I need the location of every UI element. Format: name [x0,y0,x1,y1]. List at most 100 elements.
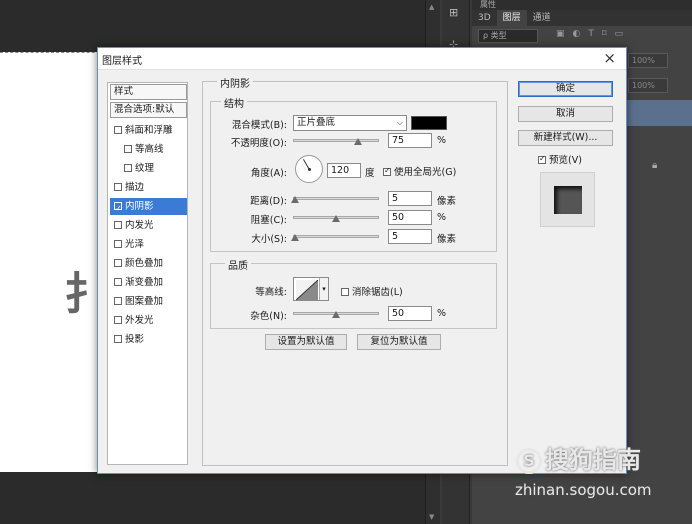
styles-header[interactable]: 样式 [110,84,187,100]
size-slider[interactable] [290,231,379,243]
angle-dial-needle [303,159,310,170]
sogou-watermark: S 搜狗指南 [516,440,641,475]
opacity-slider-thumb[interactable] [353,138,362,145]
style-list: 样式 混合选项:默认 斜面和浮雕等高线纹理描边内阴影内发光光泽颜色叠加渐变叠加图… [107,82,188,465]
style-item-label: 光泽 [125,239,145,250]
style-item-checkbox[interactable] [124,145,132,153]
dialog-title: 图层样式 [102,56,142,67]
contour-picker[interactable]: ▾ [293,277,329,301]
angle-dial[interactable] [295,155,323,183]
distance-input[interactable]: 5 [388,191,432,206]
size-label: 大小(S): [251,234,287,245]
style-item-checkbox[interactable] [124,164,132,172]
choke-input[interactable]: 50 [388,210,432,225]
watermark-url: zhinan.sogou.com [515,481,652,499]
style-item-label: 内发光 [125,220,154,231]
style-item[interactable]: 颜色叠加 [110,255,187,272]
style-item-checkbox[interactable] [114,126,122,134]
panel-topbar: 属性 [472,0,692,10]
size-slider-thumb[interactable] [290,234,299,241]
style-item-checkbox[interactable] [114,297,122,305]
style-item-checkbox[interactable] [114,316,122,324]
close-icon[interactable]: × [603,49,616,67]
blend-mode-value: 正片叠底 [297,117,336,128]
cancel-button[interactable]: 取消 [518,106,613,122]
noise-unit: % [437,308,447,319]
noise-input[interactable]: 50 [388,306,432,321]
opacity-field[interactable]: 100% [628,53,668,68]
blend-options-item[interactable]: 混合选项:默认 [110,102,187,118]
global-light-checkbox[interactable]: 使用全局光(G) [383,164,456,178]
style-preview [540,172,595,227]
contour-label: 等高线: [255,287,287,298]
preview-checkbox[interactable]: 预览(V) [538,152,582,166]
style-item-checkbox[interactable] [114,278,122,286]
shadow-color-swatch[interactable] [411,116,447,130]
scroll-up-icon[interactable]: ▲ [429,3,434,11]
opacity-input[interactable]: 75 [388,133,432,148]
ok-button[interactable]: 确定 [518,81,613,97]
style-item[interactable]: 图案叠加 [110,293,187,310]
fill-field[interactable]: 100% [628,78,668,93]
style-item-checkbox[interactable] [114,335,122,343]
opacity-slider-track [293,139,379,142]
style-item-checkbox[interactable] [114,183,122,191]
style-item[interactable]: 外发光 [110,312,187,329]
blend-mode-select[interactable]: 正片叠底 ⌵ [293,115,407,131]
style-item[interactable]: 纹理 [110,160,187,177]
structure-group: 结构 混合模式(B): 正片叠底 ⌵ 不透明度(O): 75 % 角度(A): … [210,95,497,252]
antialias-label: 消除锯齿(L) [352,287,403,298]
angle-label: 角度(A): [250,168,287,179]
style-item[interactable]: 等高线 [110,141,187,158]
antialias-check-icon [341,288,349,296]
noise-slider-thumb[interactable] [332,311,340,318]
style-item-label: 描边 [125,182,145,193]
panel-title: 内阴影 [217,75,253,90]
style-item-checkbox[interactable] [114,259,122,267]
opacity-label: 不透明度(O): [230,138,287,149]
choke-slider-thumb[interactable] [332,215,340,222]
noise-slider[interactable] [293,308,379,320]
style-item[interactable]: 内阴影 [110,198,187,217]
sogou-logo-icon: S [516,448,542,474]
history-icon[interactable]: ⊞ [449,6,458,19]
choke-slider[interactable] [293,212,379,224]
document-canvas[interactable]: 扌 [0,52,110,472]
style-item-checkbox[interactable] [114,221,122,229]
antialias-checkbox[interactable]: 消除锯齿(L) [341,284,403,298]
style-item-checkbox[interactable] [114,200,122,217]
size-input[interactable]: 5 [388,229,432,244]
tab-channels[interactable]: 通道 [527,10,557,26]
make-default-button[interactable]: 设置为默认值 [265,334,347,350]
style-item[interactable]: 渐变叠加 [110,274,187,291]
choke-label: 阻塞(C): [250,215,287,226]
layer-filter-select[interactable]: ρ 类型 [478,29,538,43]
angle-input[interactable]: 120 [327,163,361,178]
style-item[interactable]: 内发光 [110,217,187,234]
style-item[interactable]: 描边 [110,179,187,196]
tab-3d[interactable]: 3D [472,10,497,26]
quality-group: 品质 等高线: ▾ 消除锯齿(L) 杂色(N): 50 % [210,257,497,329]
style-item-checkbox[interactable] [114,240,122,248]
distance-slider[interactable] [290,193,379,205]
scroll-down-icon[interactable]: ▼ [429,513,434,521]
opacity-slider[interactable] [293,135,379,147]
contour-dropdown-icon[interactable]: ▾ [319,278,328,300]
size-slider-track [293,235,379,238]
tab-layers[interactable]: 图层 [496,10,527,26]
lock-icon: 🔒︎ [652,160,658,171]
distance-slider-thumb[interactable] [290,196,299,203]
distance-label: 距离(D): [250,196,287,207]
style-item[interactable]: 投影 [110,331,187,348]
filter-icons: ▣◐T⌑▭ [556,29,631,39]
preview-label: 预览(V) [549,155,582,166]
new-style-button[interactable]: 新建样式(W)... [518,130,613,146]
reset-default-button[interactable]: 复位为默认值 [357,334,441,350]
style-item[interactable]: 光泽 [110,236,187,253]
style-item[interactable]: 斜面和浮雕 [110,122,187,139]
opacity-unit: % [437,135,447,146]
choke-unit: % [437,212,447,223]
distance-unit: 像素 [437,196,457,207]
inner-shadow-panel: 内阴影 结构 混合模式(B): 正片叠底 ⌵ 不透明度(O): 75 % 角度(… [202,75,508,466]
chevron-down-icon: ⌵ [396,118,403,127]
